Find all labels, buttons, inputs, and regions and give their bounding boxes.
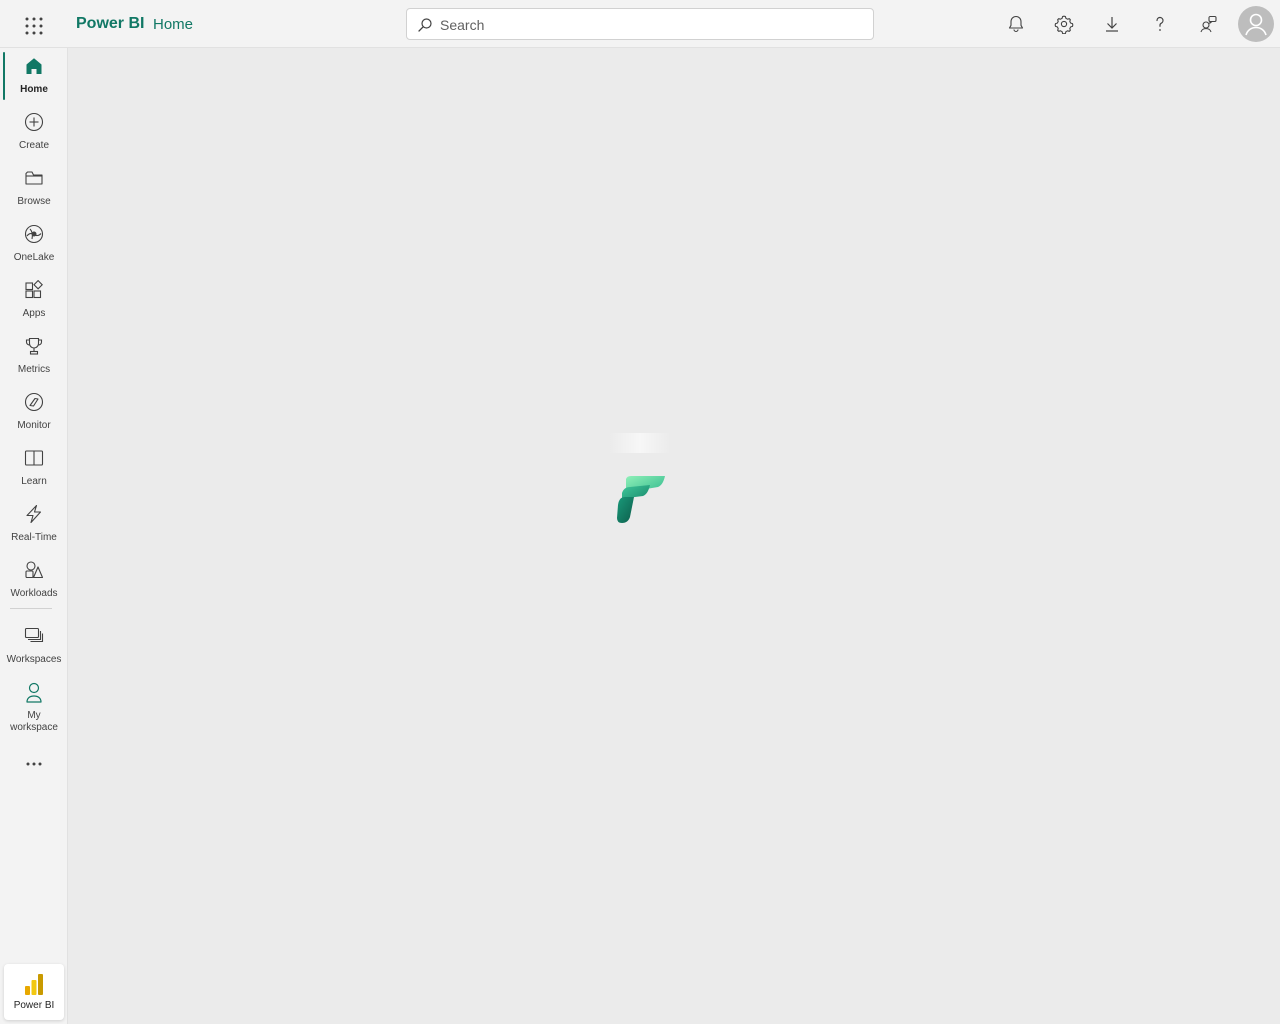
nav-label: Monitor bbox=[17, 420, 51, 431]
workspaces-icon bbox=[24, 626, 44, 648]
nav-label: Apps bbox=[22, 308, 46, 319]
nav-onelake[interactable]: OneLake bbox=[0, 216, 68, 268]
left-navigation: Home Create Browse OneLake Apps Metrics … bbox=[0, 48, 68, 1024]
top-bar: Power BI Home bbox=[0, 0, 1280, 48]
waffle-icon[interactable] bbox=[22, 14, 46, 38]
nav-label: Learn bbox=[21, 476, 47, 487]
nav-workspaces[interactable]: Workspaces bbox=[0, 618, 68, 676]
help-icon[interactable] bbox=[1148, 12, 1172, 36]
nav-browse[interactable]: Browse bbox=[0, 160, 68, 212]
nav-my-workspace[interactable]: My workspace bbox=[0, 674, 68, 734]
app-title[interactable]: Power BI bbox=[76, 15, 144, 33]
nav-learn[interactable]: Learn bbox=[0, 440, 68, 492]
nav-monitor[interactable]: Monitor bbox=[0, 384, 68, 436]
search-box[interactable] bbox=[406, 8, 874, 40]
main-content-loading bbox=[69, 49, 1280, 1024]
nav-apps[interactable]: Apps bbox=[0, 272, 68, 324]
breadcrumb-home[interactable]: Home bbox=[153, 16, 193, 33]
avatar-icon[interactable] bbox=[1238, 6, 1274, 42]
nav-label: Create bbox=[18, 140, 49, 151]
nav-create[interactable]: Create bbox=[0, 104, 68, 156]
nav-divider bbox=[10, 608, 52, 609]
nav-label: Browse bbox=[17, 196, 51, 207]
experience-switcher-button[interactable]: Power BI bbox=[4, 964, 64, 1020]
share-feedback-icon[interactable] bbox=[1196, 12, 1220, 36]
monitor-icon bbox=[24, 392, 44, 414]
book-icon bbox=[24, 448, 44, 470]
apps-icon bbox=[24, 279, 44, 302]
gear-icon[interactable] bbox=[1052, 12, 1076, 36]
fabric-logo-icon bbox=[612, 473, 672, 529]
nav-home[interactable]: Home bbox=[0, 48, 68, 100]
powerbi-icon bbox=[24, 972, 44, 996]
plus-circle-icon bbox=[24, 112, 44, 134]
nav-label: My workspace bbox=[0, 710, 68, 734]
nav-workloads[interactable]: Workloads bbox=[0, 552, 68, 604]
folder-icon bbox=[24, 168, 44, 190]
onelake-icon bbox=[24, 224, 44, 246]
bell-icon[interactable] bbox=[1004, 12, 1028, 36]
nav-label: Workloads bbox=[10, 588, 58, 599]
switcher-label: Power BI bbox=[13, 1000, 55, 1011]
more-options-button[interactable] bbox=[14, 752, 54, 776]
loading-placeholder bbox=[609, 433, 671, 453]
home-icon bbox=[24, 56, 44, 78]
nav-metrics[interactable]: Metrics bbox=[0, 328, 68, 380]
nav-label: Real-Time bbox=[11, 532, 57, 543]
nav-label: OneLake bbox=[13, 252, 55, 263]
nav-real-time[interactable]: Real-Time bbox=[0, 496, 68, 548]
lightning-icon bbox=[24, 504, 44, 526]
nav-label-line1: My bbox=[27, 710, 41, 721]
search-icon bbox=[417, 17, 433, 33]
nav-label-line2: workspace bbox=[10, 722, 58, 733]
nav-label: Workspaces bbox=[6, 654, 62, 665]
download-icon[interactable] bbox=[1100, 12, 1124, 36]
trophy-icon bbox=[24, 336, 44, 358]
nav-label: Metrics bbox=[17, 364, 51, 375]
search-input[interactable] bbox=[440, 14, 860, 36]
shapes-icon bbox=[24, 560, 44, 582]
nav-label: Home bbox=[20, 84, 48, 95]
person-icon bbox=[24, 682, 44, 704]
